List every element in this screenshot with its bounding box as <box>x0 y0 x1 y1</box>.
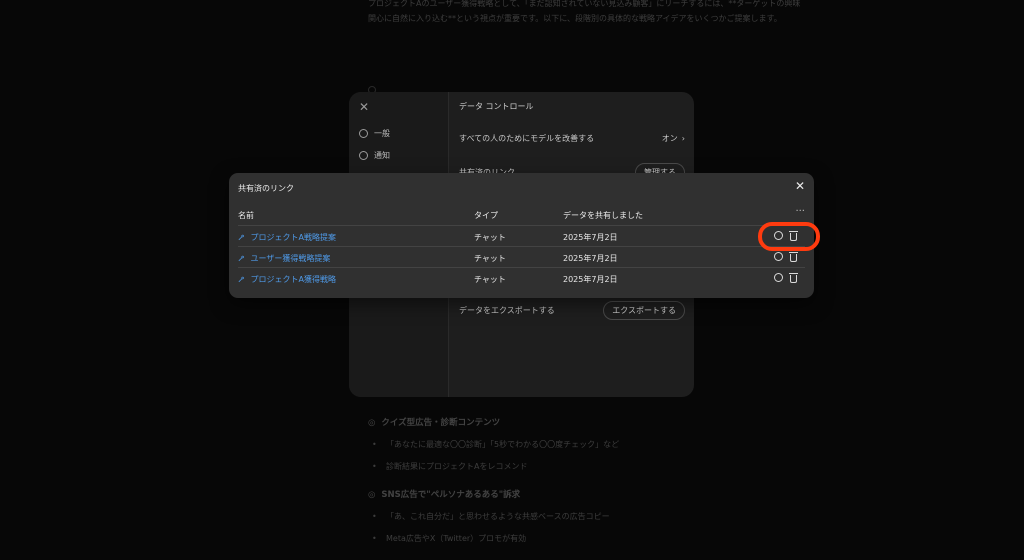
sidebar-item-label: 通知 <box>374 151 390 160</box>
export-row: データをエクスポートする エクスポートする <box>459 301 685 320</box>
trash-icon[interactable] <box>789 272 798 283</box>
column-header-date[interactable]: データを共有しました <box>563 210 643 221</box>
link-date: 2025年7月2日 <box>563 275 618 284</box>
page-title: データ コントロール <box>459 102 534 111</box>
bell-icon <box>359 151 368 160</box>
column-header-name[interactable]: 名前 <box>238 210 254 221</box>
chevron-right-icon: › <box>681 134 685 143</box>
view-chat-icon[interactable] <box>774 273 783 282</box>
shared-link[interactable]: ⊸ プロジェクトA獲得戦略 <box>235 273 336 286</box>
link-date: 2025年7月2日 <box>563 233 618 242</box>
link-date: 2025年7月2日 <box>563 254 618 263</box>
row-actions <box>774 272 798 283</box>
table-row: ⊸ プロジェクトA獲得戦略 チャット 2025年7月2日 <box>235 267 805 288</box>
link-type: チャット <box>474 233 506 242</box>
sidebar-item-label: 一般 <box>374 129 390 138</box>
shared-link[interactable]: ⊸ ユーザー獲得戦略提案 <box>235 252 331 265</box>
close-icon[interactable]: ✕ <box>795 180 805 192</box>
shared-link[interactable]: ⊸ プロジェクトA戦略提案 <box>235 231 336 244</box>
gear-icon <box>359 129 368 138</box>
improve-model-row[interactable]: すべての人のためにモデルを改善する オン › <box>459 133 685 144</box>
link-type: チャット <box>474 254 506 263</box>
row-actions <box>774 251 798 262</box>
table-row: ⊸ ユーザー獲得戦略提案 チャット 2025年7月2日 <box>235 246 805 267</box>
view-chat-icon[interactable] <box>774 252 783 261</box>
link-icon: ⊸ <box>235 273 248 286</box>
setting-label: データをエクスポートする <box>459 306 555 315</box>
link-icon: ⊸ <box>235 252 248 265</box>
sidebar-item-notifications[interactable]: 通知 <box>359 150 390 161</box>
link-type: チャット <box>474 275 506 284</box>
column-header-type[interactable]: タイプ <box>474 210 498 221</box>
setting-label: すべての人のためにモデルを改善する <box>459 134 595 143</box>
highlight-annotation <box>758 222 820 251</box>
setting-value[interactable]: オン › <box>662 133 685 144</box>
dialog-title: 共有済のリンク <box>238 184 294 193</box>
link-icon: ⊸ <box>235 231 248 244</box>
table-row: ⊸ プロジェクトA戦略提案 チャット 2025年7月2日 <box>235 225 805 246</box>
export-button[interactable]: エクスポートする <box>603 301 685 320</box>
shared-links-dialog: 共有済のリンク ✕ 名前 タイプ データを共有しました ··· ⊸ プロジェクト… <box>229 173 814 298</box>
trash-icon[interactable] <box>789 251 798 262</box>
sidebar-item-general[interactable]: 一般 <box>359 128 390 139</box>
table-header: 名前 タイプ データを共有しました ··· <box>238 206 805 224</box>
more-options-icon[interactable]: ··· <box>795 206 805 217</box>
close-icon[interactable]: ✕ <box>359 100 369 114</box>
